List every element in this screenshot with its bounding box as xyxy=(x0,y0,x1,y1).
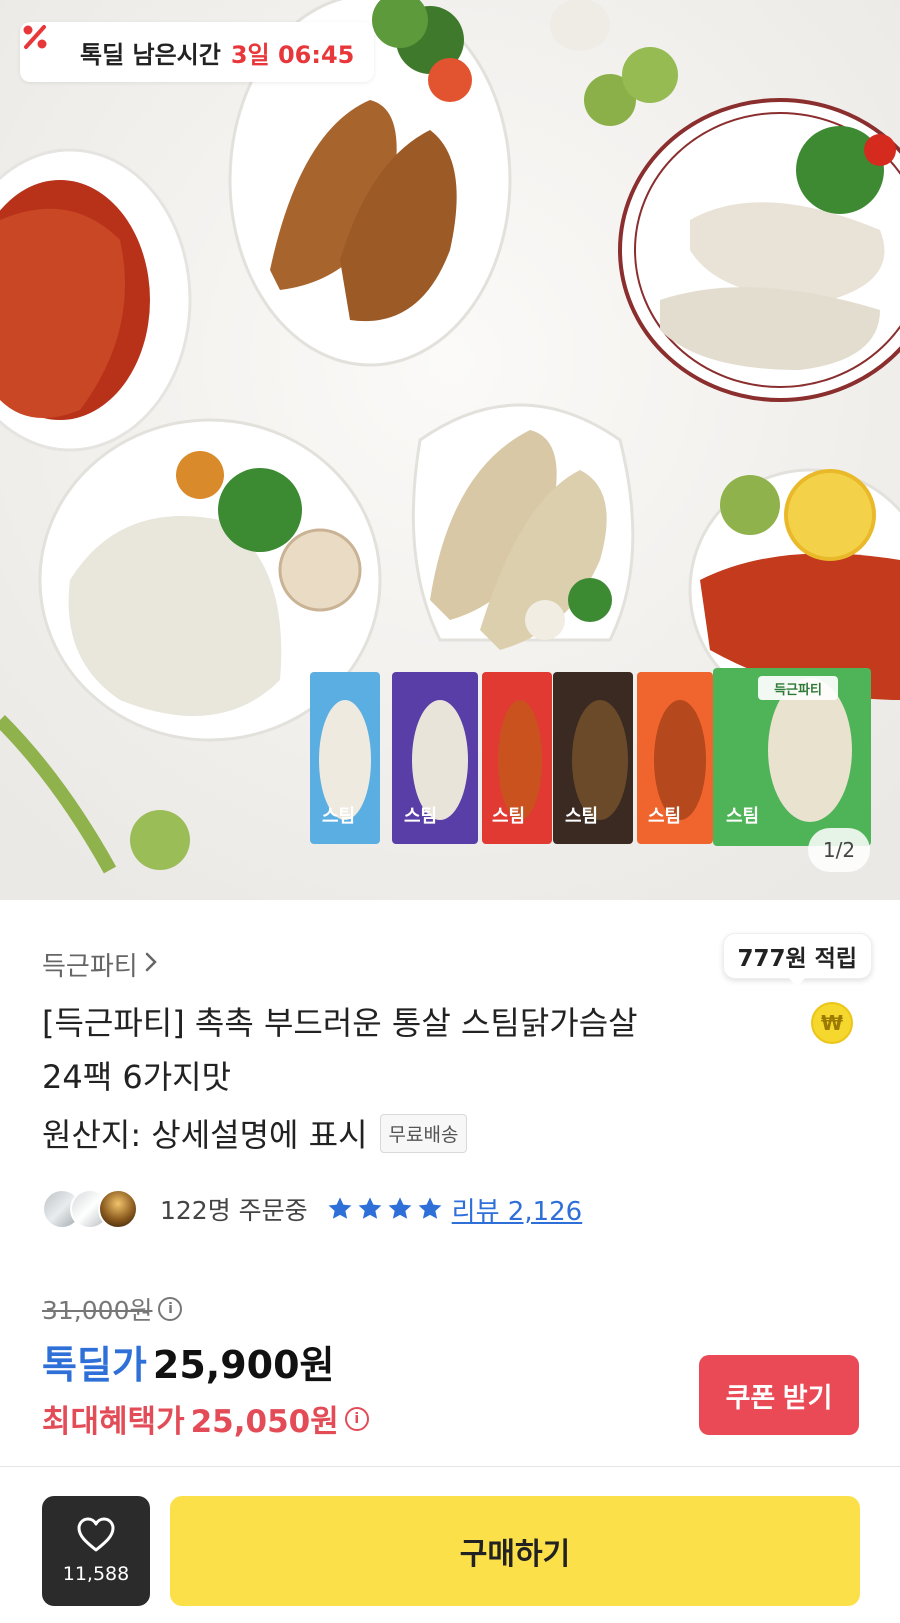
product-title-line: [득근파티] 촉촉 부드러운 통살 스팀닭가슴살 xyxy=(42,1004,638,1042)
buy-button[interactable]: 구매하기 xyxy=(170,1496,860,1606)
star-icon xyxy=(358,1197,382,1219)
star-icon xyxy=(418,1197,442,1219)
order-count: 122명 주문중 xyxy=(160,1196,308,1225)
package-label: 스팀 xyxy=(648,806,681,827)
best-price: 25,050원 xyxy=(190,1404,339,1440)
rating-stars xyxy=(326,1195,444,1223)
plate-center xyxy=(411,403,635,650)
deal-timer-badge: 톡딜 남은시간 3일 06:45 xyxy=(20,22,375,82)
origin-row: 원산지: 상세설명에 표시 무료배송 xyxy=(42,1110,468,1156)
package-label: 스팀 xyxy=(322,806,355,827)
origin-text: 원산지: 상세설명에 표시 xyxy=(42,1116,368,1154)
package-brand-label: 득근파티 xyxy=(774,682,822,698)
best-price-row: 최대혜택가 25,050원 i xyxy=(42,1396,369,1441)
bottom-divider xyxy=(0,1466,900,1467)
get-coupon-button[interactable]: 쿠폰 받기 xyxy=(699,1355,859,1435)
discount-percent-icon xyxy=(23,25,70,68)
timer-value: 3일 06:45 xyxy=(230,40,355,69)
original-price: 31,000원 xyxy=(42,1296,153,1325)
avatar xyxy=(98,1189,138,1229)
chevron-right-icon xyxy=(144,950,158,980)
package-label: 스팀 xyxy=(404,806,437,827)
review-link[interactable]: 리뷰 2,126 xyxy=(452,1191,583,1228)
heart-icon xyxy=(76,1517,116,1557)
info-icon[interactable]: i xyxy=(158,1297,183,1321)
like-button[interactable]: 11,588 xyxy=(42,1496,150,1606)
deal-price-row: 톡딜가 25,900원 xyxy=(42,1334,335,1389)
coin-icon: ₩ xyxy=(811,1002,853,1044)
brand-link[interactable]: 득근파티 xyxy=(42,946,158,983)
original-price-row: 31,000원 i xyxy=(42,1291,183,1327)
image-counter: 1/2 xyxy=(808,828,870,872)
deal-price: 25,900원 xyxy=(152,1343,335,1387)
best-price-label: 최대혜택가 xyxy=(42,1404,185,1440)
timer-label: 톡딜 남은시간 xyxy=(80,40,221,69)
star-icon xyxy=(388,1197,412,1219)
star-icon xyxy=(328,1197,352,1219)
info-icon[interactable]: i xyxy=(344,1406,369,1431)
free-shipping-badge: 무료배송 xyxy=(379,1113,468,1153)
product-photo-illustration: 득근파티 스팀 스팀 스팀 스팀 스팀 스팀 xyxy=(0,0,900,900)
package-label: 스팀 xyxy=(726,806,759,827)
deal-price-label: 톡딜가 xyxy=(42,1343,147,1387)
product-image[interactable]: 득근파티 스팀 스팀 스팀 스팀 스팀 스팀 톡딜 남은시간 3일 06:45 … xyxy=(0,0,900,900)
product-title: [득근파티] 촉촉 부드러운 통살 스팀닭가슴살 24팩 6가지맛 xyxy=(42,996,742,1104)
like-count: 11,588 xyxy=(62,1563,130,1585)
package-label: 스팀 xyxy=(492,806,525,827)
brand-name: 득근파티 xyxy=(42,952,138,982)
package-label: 스팀 xyxy=(565,806,598,827)
product-title-line: 24팩 6가지맛 xyxy=(42,1058,232,1096)
buyer-avatars xyxy=(42,1189,138,1229)
social-proof-row: 122명 주문중 리뷰 2,126 xyxy=(42,1187,582,1231)
reward-points-badge: 777원 적립 xyxy=(722,933,872,987)
